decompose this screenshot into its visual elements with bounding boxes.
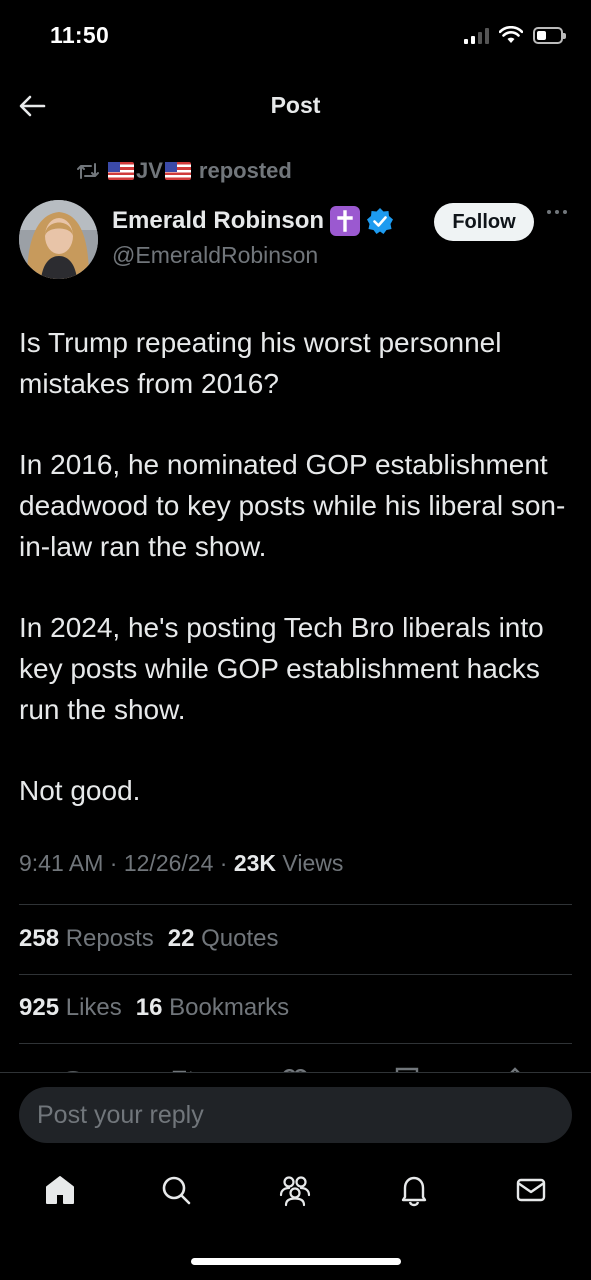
likes-stat[interactable]: 925 Likes xyxy=(19,994,122,1022)
status-bar: 11:50 xyxy=(0,0,591,72)
divider xyxy=(19,974,572,975)
quotes-stat[interactable]: 22 Quotes xyxy=(168,925,279,953)
divider xyxy=(19,904,572,905)
us-flag-emoji xyxy=(164,162,191,180)
battery-icon xyxy=(533,26,566,44)
post-paragraph: In 2016, he nominated GOP establishment … xyxy=(19,449,566,562)
likes-label: Likes xyxy=(65,994,122,1021)
author-handle[interactable]: @EmeraldRobinson xyxy=(112,242,318,269)
meta-separator: · xyxy=(219,850,228,876)
reply-input[interactable] xyxy=(19,1087,572,1143)
post-date[interactable]: 12/26/24 xyxy=(124,850,214,876)
reposter-name: JV xyxy=(136,158,163,183)
post-text: Is Trump repeating his worst personnel m… xyxy=(19,322,579,851)
meta-separator: · xyxy=(109,850,118,876)
reposts-count: 258 xyxy=(19,925,60,952)
home-icon xyxy=(46,1176,74,1204)
us-flag-emoji xyxy=(108,162,134,180)
post-paragraph: Not good. xyxy=(19,775,141,806)
repost-indicator[interactable]: JV reposted xyxy=(76,158,292,184)
status-icons xyxy=(464,26,566,44)
bottom-tab-bar xyxy=(0,1160,591,1220)
author-name[interactable]: Emerald Robinson xyxy=(112,206,394,236)
bookmarks-count: 16 xyxy=(135,994,163,1021)
reposted-label: reposted xyxy=(198,158,292,183)
search-icon xyxy=(162,1176,191,1205)
profile-photo xyxy=(19,200,98,279)
cross-emoji-icon xyxy=(330,206,361,236)
page-title: Post xyxy=(270,92,321,118)
divider xyxy=(19,1043,572,1044)
cellular-signal-icon xyxy=(464,27,489,44)
communities-icon xyxy=(279,1176,311,1207)
notifications-icon xyxy=(401,1176,427,1207)
bookmarks-label: Bookmarks xyxy=(169,994,290,1021)
stats-row-likes: 925 Likes 16 Bookmarks xyxy=(19,994,289,1022)
more-options-icon[interactable] xyxy=(547,210,567,214)
follow-button[interactable]: Follow xyxy=(434,203,534,241)
views-count: 23K xyxy=(233,850,277,876)
home-indicator[interactable] xyxy=(191,1258,401,1265)
status-time: 11:50 xyxy=(50,22,110,48)
stats-row-reposts: 258 Reposts 22 Quotes xyxy=(19,925,279,953)
likes-count: 925 xyxy=(19,994,60,1021)
post-metadata: 9:41 AM · 12/26/24 · 23K Views xyxy=(19,850,343,877)
post-paragraph: Is Trump repeating his worst personnel m… xyxy=(19,327,502,399)
post-paragraph: In 2024, he's posting Tech Bro liberals … xyxy=(19,612,544,725)
wifi-icon xyxy=(499,26,523,43)
quotes-label: Quotes xyxy=(201,925,279,952)
reposts-stat[interactable]: 258 Reposts xyxy=(19,925,154,953)
tab-home[interactable] xyxy=(40,1170,80,1210)
reply-area xyxy=(0,1072,591,1160)
avatar[interactable] xyxy=(19,200,98,279)
tab-messages[interactable] xyxy=(511,1170,551,1210)
tab-communities[interactable] xyxy=(275,1170,315,1210)
top-header: Post xyxy=(0,72,591,138)
post-time[interactable]: 9:41 AM xyxy=(19,850,103,876)
views-label: Views xyxy=(282,850,344,876)
quotes-count: 22 xyxy=(167,925,195,952)
repost-icon xyxy=(77,163,99,179)
tab-notifications[interactable] xyxy=(394,1170,434,1210)
bookmarks-stat[interactable]: 16 Bookmarks xyxy=(136,994,289,1022)
verified-badge-icon xyxy=(367,208,394,234)
reposts-label: Reposts xyxy=(65,925,154,952)
messages-icon xyxy=(516,1178,546,1202)
tab-search[interactable] xyxy=(156,1170,196,1210)
author-display-name: Emerald Robinson xyxy=(112,207,325,234)
